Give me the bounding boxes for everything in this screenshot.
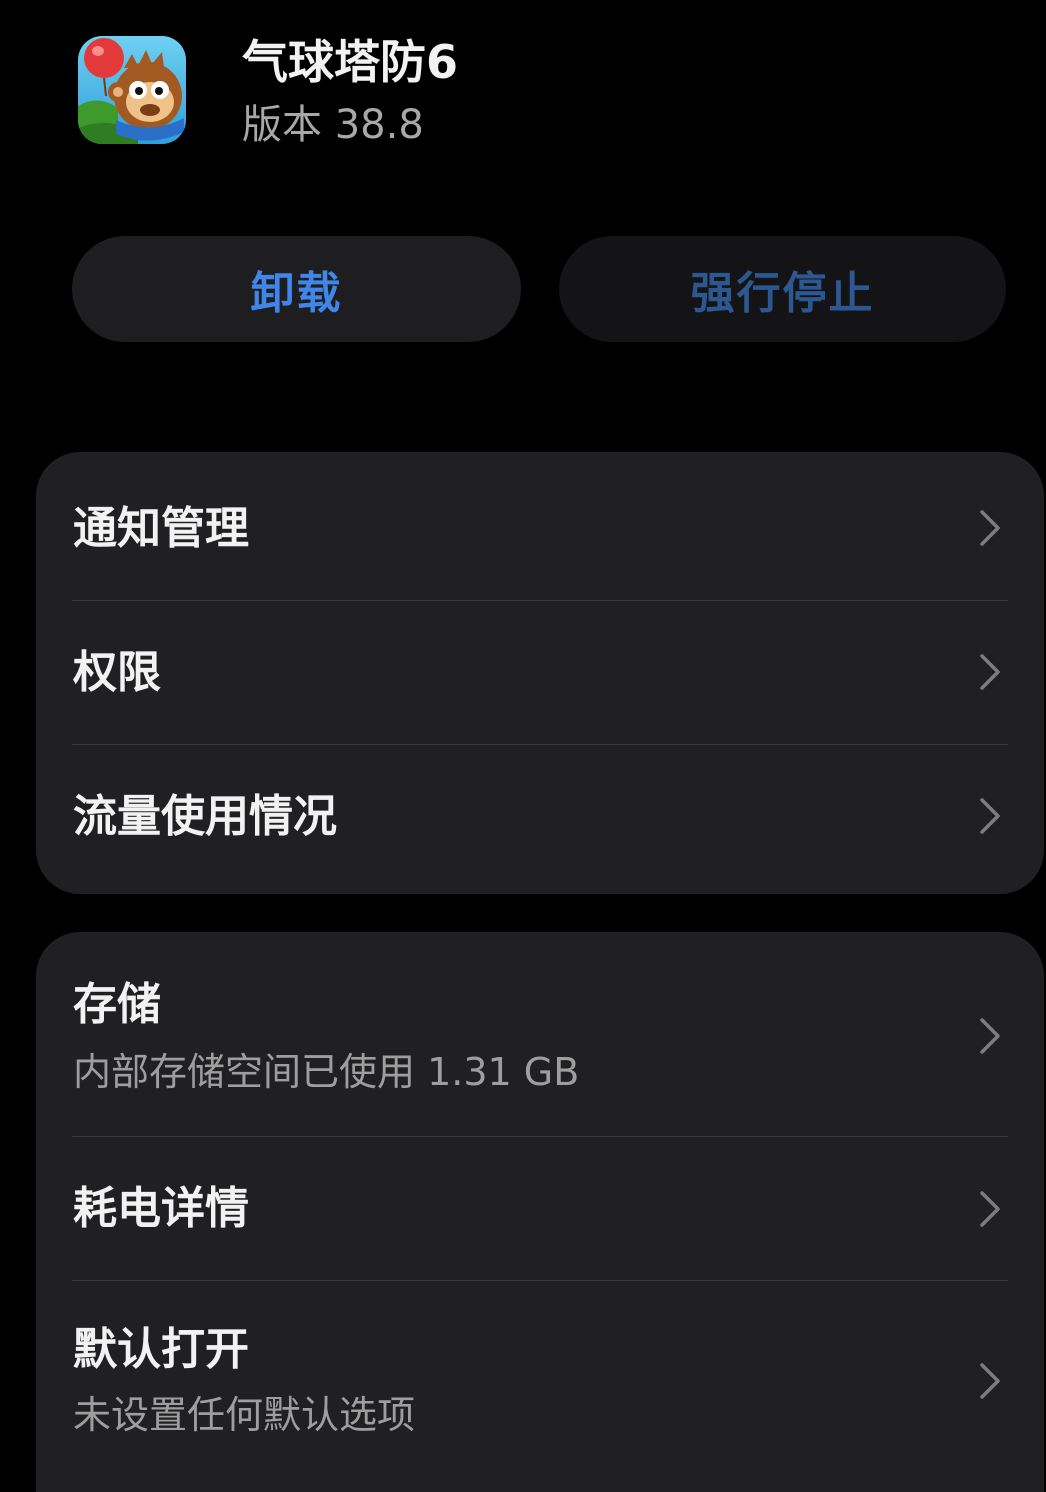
chevron-right-icon xyxy=(978,652,1002,692)
list-item-label: 通知管理 xyxy=(73,503,249,554)
settings-group-1: 通知管理 权限 流量使用情况 xyxy=(36,452,1044,894)
list-item-label: 耗电详情 xyxy=(73,1183,249,1234)
chevron-right-icon xyxy=(978,1189,1002,1229)
chevron-right-icon xyxy=(978,1361,1002,1401)
uninstall-button[interactable]: 卸载 xyxy=(72,236,521,342)
settings-group-2: 存储 内部存储空间已使用 1.31 GB 耗电详情 默认打开 未设置任何默认选项 xyxy=(36,932,1044,1492)
chevron-right-icon xyxy=(978,796,1002,836)
force-stop-button[interactable]: 强行停止 xyxy=(559,236,1006,342)
app-header: 气球塔防6 版本 38.8 xyxy=(78,35,978,148)
app-version: 版本 38.8 xyxy=(242,102,424,148)
chevron-right-icon xyxy=(978,508,1002,548)
battery-usage-item[interactable]: 耗电详情 xyxy=(36,1137,1044,1280)
list-item-label: 流量使用情况 xyxy=(73,791,337,842)
data-usage-item[interactable]: 流量使用情况 xyxy=(36,745,1044,894)
storage-item[interactable]: 存储 内部存储空间已使用 1.31 GB xyxy=(36,932,1044,1136)
notification-management-item[interactable]: 通知管理 xyxy=(36,452,1044,600)
chevron-right-icon xyxy=(978,1016,1002,1056)
list-item-label: 存储 xyxy=(73,979,161,1030)
list-item-label: 默认打开 xyxy=(73,1324,249,1375)
open-by-default-item[interactable]: 默认打开 未设置任何默认选项 xyxy=(36,1281,1044,1492)
storage-usage-text: 内部存储空间已使用 1.31 GB xyxy=(73,1050,580,1094)
app-name: 气球塔防6 xyxy=(242,35,459,89)
default-open-status-text: 未设置任何默认选项 xyxy=(73,1393,416,1437)
bloons-td6-monkey-icon xyxy=(78,36,186,144)
permissions-item[interactable]: 权限 xyxy=(36,601,1044,744)
list-item-label: 权限 xyxy=(73,647,161,698)
